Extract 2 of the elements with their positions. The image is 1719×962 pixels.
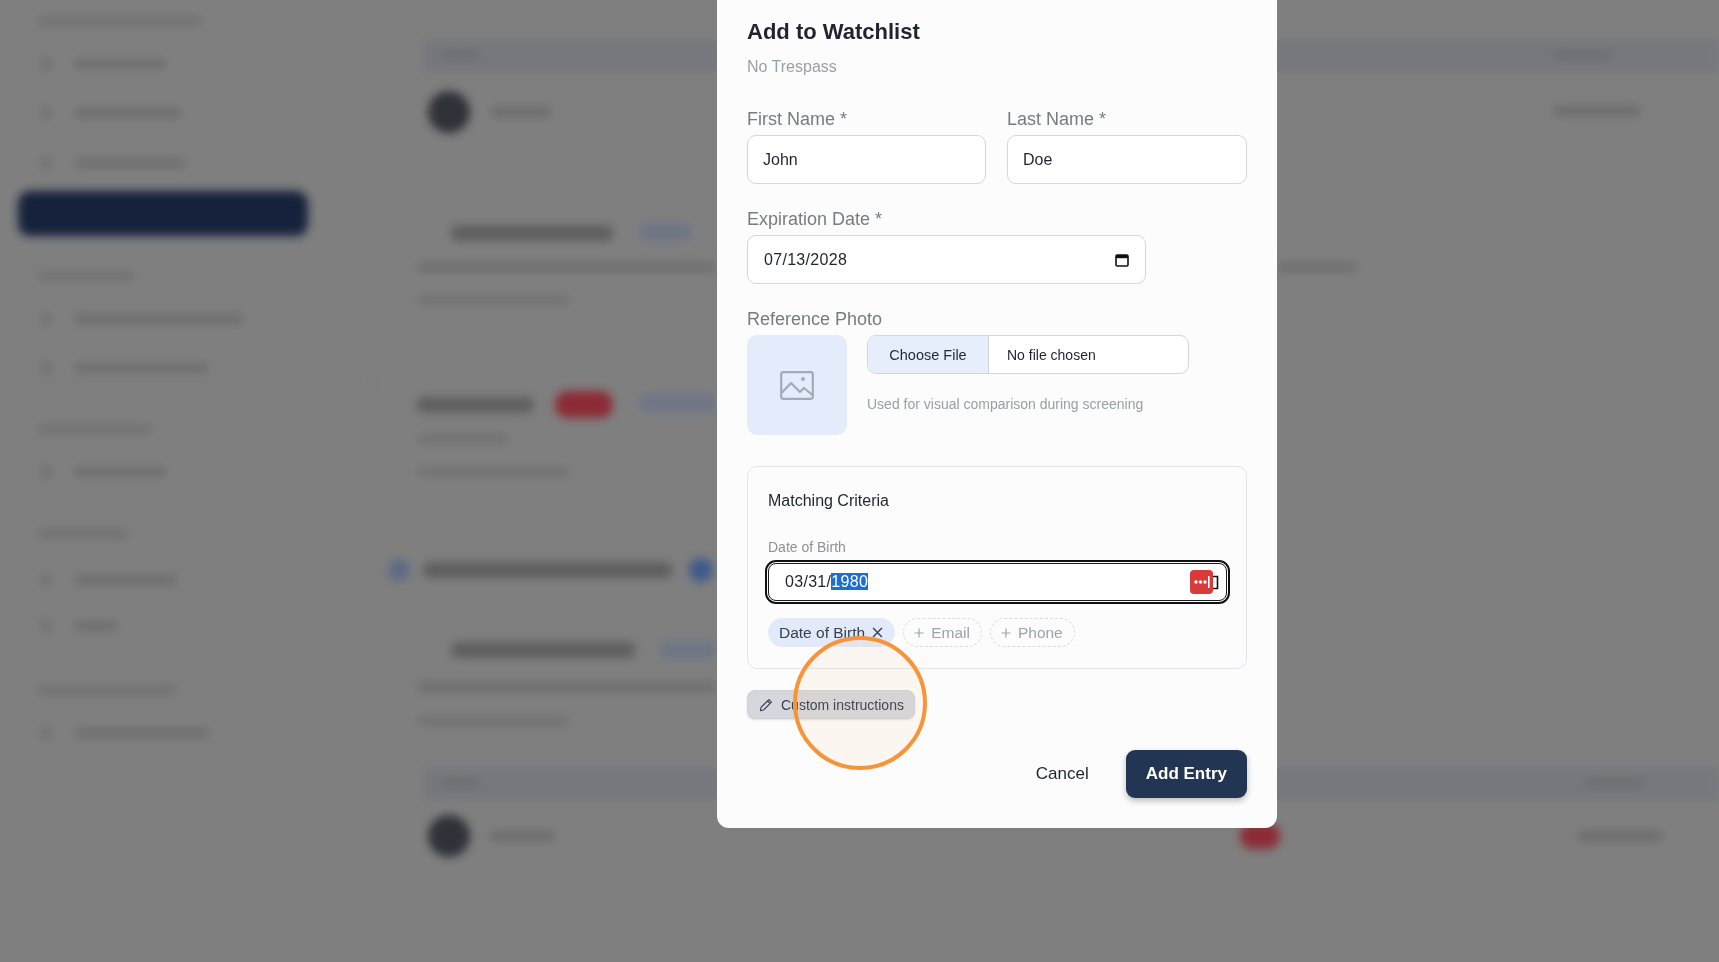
dialog-subtitle: No Trespass: [747, 57, 838, 77]
dialog-title: Add to Watchlist: [747, 18, 921, 46]
